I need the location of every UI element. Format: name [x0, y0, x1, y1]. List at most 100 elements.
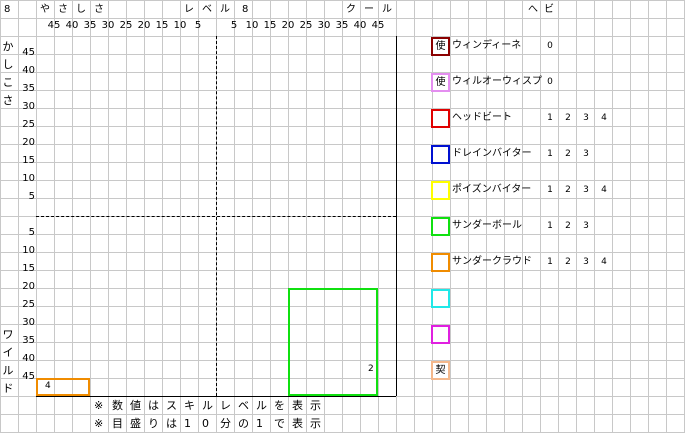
legend-level: 1 [547, 221, 553, 231]
clever-char-2: し [2, 58, 14, 71]
level-char-3: ル [220, 4, 230, 15]
y-tick-bottom: 45 [22, 371, 35, 382]
cool-char-3: ル [382, 4, 392, 15]
spreadsheet-grid[interactable]: 8 や さ し さ レ ベ ル 8 ク ー ル へ ビ 45 40 35 30 25 20… [0, 0, 685, 433]
y-tick-top: 25 [22, 119, 35, 130]
note-char: 示 [310, 417, 321, 430]
legend-level: 0 [547, 77, 553, 87]
gentle-char-3: し [76, 4, 86, 15]
region-thunder-ball [288, 288, 378, 396]
legend-swatch[interactable]: 使 [431, 73, 450, 92]
y-tick-top: 5 [28, 191, 35, 202]
x-tick-right: 5 [230, 20, 238, 31]
y-tick-bottom: 30 [22, 317, 35, 328]
legend-heading-1: へ [528, 4, 538, 15]
y-tick-bottom: 35 [22, 335, 35, 346]
y-tick-bottom: 40 [22, 353, 35, 364]
note-char: ※ [94, 399, 104, 412]
x-tick-left: 5 [194, 20, 202, 31]
y-tick-top: 15 [22, 155, 35, 166]
x-tick-left: 25 [119, 20, 133, 31]
x-tick-right: 10 [245, 20, 259, 31]
note-char: 目 [112, 417, 123, 430]
legend-skill-name: ポイズンバイター [452, 184, 532, 195]
x-tick-right: 25 [299, 20, 313, 31]
x-tick-left: 30 [101, 20, 115, 31]
x-tick-right: 20 [281, 20, 295, 31]
level-char-1: レ [184, 4, 194, 15]
x-tick-right: 45 [371, 20, 385, 31]
horizontal-axis-line [36, 216, 396, 217]
legend-level: 2 [565, 257, 571, 267]
legend-swatch[interactable] [431, 109, 450, 128]
y-tick-top: 35 [22, 83, 35, 94]
note-char: 盛 [130, 417, 141, 430]
y-tick-bottom: 25 [22, 299, 35, 310]
note-char: の [238, 417, 249, 430]
cool-char-2: ー [364, 4, 374, 15]
gentle-char-2: さ [58, 4, 68, 15]
legend-swatch[interactable]: 使 [431, 37, 450, 56]
legend-level: 2 [565, 185, 571, 195]
note-char: 1 [184, 417, 191, 430]
wild-char-3: ル [2, 364, 14, 377]
note-char: り [148, 417, 159, 430]
legend-swatch[interactable] [431, 289, 450, 308]
note-char: ル [256, 399, 267, 412]
legend-level: 1 [547, 113, 553, 123]
wild-char-2: イ [2, 346, 14, 359]
x-tick-left: 10 [173, 20, 187, 31]
note-char: は [148, 399, 159, 412]
note-char: 表 [292, 399, 303, 412]
clever-char-1: か [2, 40, 14, 53]
x-tick-right: 35 [335, 20, 349, 31]
legend-swatch[interactable] [431, 253, 450, 272]
level-value: 8 [242, 4, 249, 15]
y-tick-top: 20 [22, 137, 35, 148]
x-tick-left: 40 [65, 20, 79, 31]
cool-char-1: ク [346, 4, 356, 15]
note-char: 数 [112, 399, 123, 412]
note-char: ル [202, 399, 213, 412]
legend-skill-name: ウィルオーウィスプ [452, 76, 542, 87]
legend-level: 4 [601, 257, 607, 267]
legend-level: 2 [565, 113, 571, 123]
legend-swatch[interactable] [431, 181, 450, 200]
y-tick-top: 45 [22, 47, 35, 58]
legend-swatch[interactable] [431, 145, 450, 164]
level-char-2: ベ [202, 4, 212, 15]
x-tick-left: 20 [137, 20, 151, 31]
legend-level: 4 [601, 113, 607, 123]
legend-skill-name: ドレインバイター [452, 148, 532, 159]
plot-border-bottom [36, 396, 396, 397]
y-tick-top: 30 [22, 101, 35, 112]
note-char: 1 [256, 417, 263, 430]
note-char: レ [220, 399, 231, 412]
x-tick-left: 35 [83, 20, 97, 31]
note-char: を [274, 399, 285, 412]
legend-heading-2: ビ [544, 4, 554, 15]
legend-swatch[interactable] [431, 217, 450, 236]
note-char: で [274, 417, 285, 430]
legend-swatch[interactable]: 契 [431, 361, 450, 380]
x-tick-right: 15 [263, 20, 277, 31]
gentle-char-1: や [40, 4, 50, 15]
y-tick-bottom: 15 [22, 263, 35, 274]
y-tick-bottom: 10 [22, 245, 35, 256]
region-level-label: 2 [368, 364, 374, 374]
legend-level: 2 [565, 221, 571, 231]
plot-border-right [396, 36, 397, 396]
corner-level: 8 [4, 4, 11, 15]
x-tick-left: 45 [47, 20, 61, 31]
wild-char-4: ド [2, 382, 14, 395]
clever-char-4: さ [2, 94, 14, 107]
legend-level: 3 [583, 257, 589, 267]
x-tick-left: 15 [155, 20, 169, 31]
legend-level: 3 [583, 149, 589, 159]
note-char: 示 [310, 399, 321, 412]
legend-skill-name: サンダーボール [452, 220, 522, 231]
y-tick-top: 40 [22, 65, 35, 76]
legend-level: 3 [583, 113, 589, 123]
legend-level: 3 [583, 185, 589, 195]
legend-swatch[interactable] [431, 325, 450, 344]
